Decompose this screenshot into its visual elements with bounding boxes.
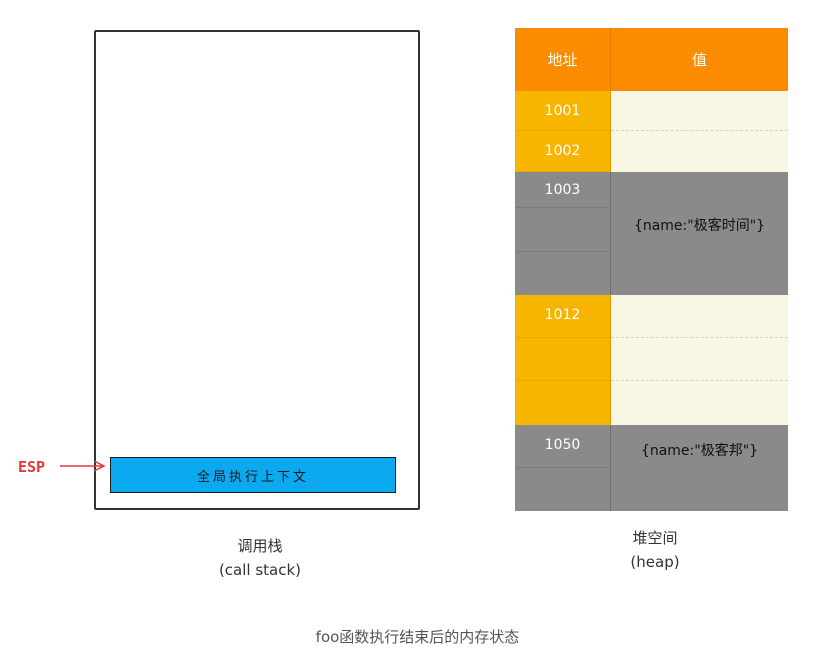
heap-address-cell (515, 338, 611, 381)
call-stack-caption-subtitle: (call stack) (218, 561, 302, 579)
heap-address-cell: 1050 (515, 425, 611, 468)
heap-object-value: {name:"极客邦"} (611, 425, 788, 511)
call-stack-caption-title: 调用栈 (237, 537, 283, 555)
heap-address-cell: 1003 (515, 172, 611, 208)
heap-caption: 堆空间 (heap) (575, 526, 735, 574)
heap-value-cell (611, 295, 788, 338)
call-stack-box (94, 30, 420, 510)
heap-caption-title: 堆空间 (632, 529, 678, 547)
esp-label: ESP (18, 458, 46, 476)
heap-value-cell (611, 91, 788, 131)
heap-header-address: 地址 (515, 28, 611, 91)
global-execution-context-frame: 全局执行上下文 (110, 457, 396, 493)
call-stack-caption: 调用栈 (call stack) (180, 534, 340, 582)
heap-caption-subtitle: (heap) (630, 553, 680, 571)
heap-address-cell (515, 468, 611, 511)
heap-table: 地址 值 1001 1002 1003 1012 1050 {name:"极客时… (515, 28, 788, 511)
esp-arrow-icon (60, 460, 106, 472)
heap-object-value: {name:"极客时间"} (611, 172, 788, 295)
heap-address-cell: 1002 (515, 131, 611, 172)
heap-header-value: 值 (611, 28, 788, 91)
heap-value-cell (611, 381, 788, 425)
figure-caption: foo函数执行结束后的内存状态 (315, 628, 520, 646)
heap-address-cell (515, 381, 611, 425)
heap-address-cell: 1012 (515, 295, 611, 338)
heap-address-cell (515, 208, 611, 252)
heap-address-cell: 1001 (515, 91, 611, 131)
heap-value-cell (611, 131, 788, 172)
heap-value-cell (611, 338, 788, 381)
heap-address-cell (515, 252, 611, 295)
